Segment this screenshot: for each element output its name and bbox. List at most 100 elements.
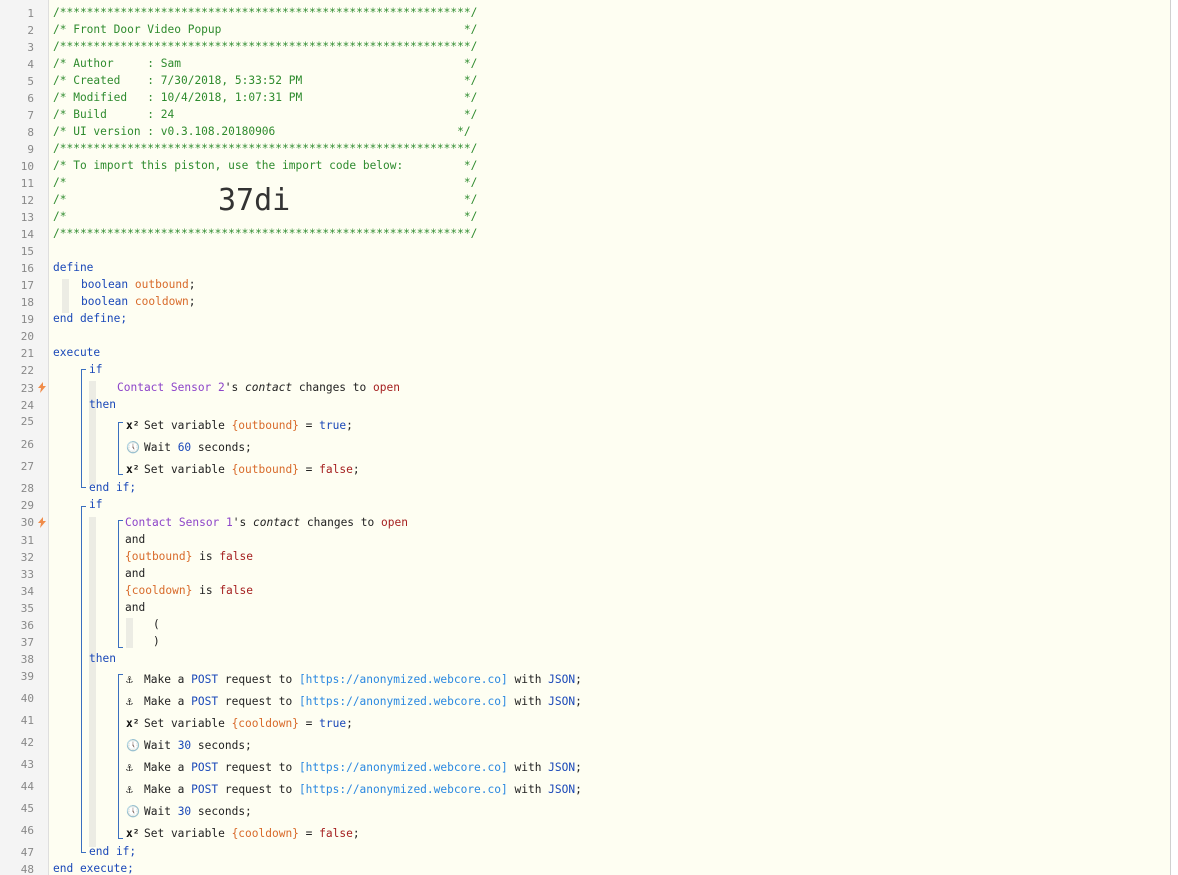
line-number: 44 [20, 780, 34, 793]
statement-text: Wait [144, 441, 178, 454]
line-number: 5 [27, 75, 34, 88]
statement-wait-60[interactable]: 🕔 Wait 60 seconds; [126, 439, 252, 456]
execute-keyword[interactable]: execute [53, 344, 100, 361]
statement-text: seconds; [191, 805, 252, 818]
header-build: /* Build : 24 */ [53, 108, 478, 121]
variable-ref: {cooldown} [231, 827, 299, 840]
line-number: 23 [20, 382, 34, 395]
statement-set-cooldown-true[interactable]: x² Set variable {cooldown} = true; [126, 715, 353, 732]
value: false [319, 827, 353, 840]
condition-sensor-1[interactable]: Contact Sensor 1's contact changes to op… [125, 514, 408, 531]
value: open [372, 381, 400, 394]
variable-ref: {cooldown} [125, 584, 193, 597]
type-keyword: boolean [81, 295, 129, 308]
lightning-trigger-icon [38, 382, 46, 393]
statement-text: Set variable [144, 463, 232, 476]
statement-text: with [507, 695, 549, 708]
statement-set-outbound-false[interactable]: x² Set variable {outbound} = false; [126, 461, 360, 478]
operator: is [192, 584, 220, 597]
line-number: 48 [20, 863, 34, 875]
statement-wait-30[interactable]: 🕔 Wait 30 seconds; [126, 737, 252, 754]
operator: = [298, 463, 320, 476]
url: [https://anonymized.webcore.co] [298, 695, 508, 708]
variable-declaration[interactable]: boolean outbound; [81, 276, 196, 293]
variable-ref: {outbound} [125, 550, 193, 563]
semicolon: ; [575, 695, 582, 708]
end-if-keyword[interactable]: end if; [89, 843, 136, 860]
piston-code-editor: 1 2 3 4 5 6 7 8 9 10 11 12 13 14 15 16 17 18 19 20 21 22 23 24 2… [0, 0, 1171, 875]
clock-icon: 🕔 [126, 739, 140, 752]
statement-post-request[interactable]: ⚓ Make a POST request to [https://anonymi… [126, 693, 582, 710]
if-keyword[interactable]: if [89, 361, 102, 378]
variable-name: cooldown [134, 295, 189, 308]
and-operator[interactable]: and [125, 565, 145, 582]
value: open [380, 516, 408, 529]
then-keyword[interactable]: then [89, 396, 116, 413]
header-border: /***************************************… [53, 142, 478, 155]
statement-post-request[interactable]: ⚓ Make a POST request to [https://anonymi… [126, 671, 582, 688]
line-number: 1 [27, 7, 34, 20]
if-block-bracket [81, 506, 86, 853]
statement-text: Set variable [144, 827, 232, 840]
close-paren[interactable]: ) [153, 633, 160, 650]
line-number: 40 [20, 692, 34, 705]
header-ui-version: /* UI version : v0.3.108.20180906 */ [53, 125, 471, 138]
statement-text: Wait [144, 805, 178, 818]
line-number: 24 [20, 399, 34, 412]
line-number: 45 [20, 802, 34, 815]
content-type: JSON [548, 673, 576, 686]
header-author: /* Author : Sam */ [53, 57, 478, 70]
import-code[interactable]: 37di [218, 184, 290, 218]
line-number: 46 [20, 824, 34, 837]
line-number: 37 [20, 636, 34, 649]
clock-icon: 🕔 [126, 805, 140, 818]
method: POST [191, 695, 219, 708]
line-number: 26 [20, 438, 34, 451]
statement-set-outbound-true[interactable]: x² Set variable {outbound} = true; [126, 417, 353, 434]
line-number: 3 [27, 41, 34, 54]
line-number: 8 [27, 126, 34, 139]
variable-declaration[interactable]: boolean cooldown; [81, 293, 196, 310]
line-number: 31 [20, 534, 34, 547]
operator: changes to [300, 516, 381, 529]
end-execute-keyword[interactable]: end execute; [53, 860, 134, 875]
statement-text: request to [218, 783, 299, 796]
line-number: 2 [27, 24, 34, 37]
define-keyword[interactable]: define [53, 259, 93, 276]
semicolon: ; [575, 783, 582, 796]
and-operator[interactable]: and [125, 531, 145, 548]
variable-name: outbound [134, 278, 189, 291]
device-name: Contact Sensor 2 [117, 381, 225, 394]
condition-sensor-2[interactable]: Contact Sensor 2's contact changes to op… [117, 379, 400, 396]
value: false [319, 463, 353, 476]
anchor-icon: ⚓ [126, 695, 133, 708]
variable-ref: {cooldown} [231, 717, 299, 730]
variable-x2-icon: x² [126, 463, 140, 476]
if-keyword[interactable]: if [89, 496, 102, 513]
open-paren[interactable]: ( [153, 616, 160, 633]
statement-wait-30[interactable]: 🕔 Wait 30 seconds; [126, 803, 252, 820]
line-number: 12 [20, 194, 34, 207]
statement-post-request[interactable]: ⚓ Make a POST request to [https://anonymi… [126, 781, 582, 798]
anchor-icon: ⚓ [126, 673, 133, 686]
semicolon: ; [346, 717, 353, 730]
end-define-keyword[interactable]: end define; [53, 310, 127, 327]
end-if-keyword[interactable]: end if; [89, 479, 136, 496]
statement-set-cooldown-false[interactable]: x² Set variable {cooldown} = false; [126, 825, 360, 842]
condition-cooldown-false[interactable]: {cooldown} is false [125, 582, 253, 599]
then-keyword[interactable]: then [89, 650, 116, 667]
operator: = [298, 827, 320, 840]
statement-post-request[interactable]: ⚓ Make a POST request to [https://anonymi… [126, 759, 582, 776]
value: 60 [177, 441, 192, 454]
condition-outbound-false[interactable]: {outbound} is false [125, 548, 253, 565]
url: [https://anonymized.webcore.co] [298, 673, 508, 686]
attribute-name: contact [245, 381, 293, 394]
and-operator[interactable]: and [125, 599, 145, 616]
content-type: JSON [548, 761, 576, 774]
statement-text: request to [218, 695, 299, 708]
semicolon: ; [346, 419, 353, 432]
statement-text: Set variable [144, 717, 232, 730]
action-group-bracket [118, 422, 123, 475]
header-created: /* Created : 7/30/2018, 5:33:52 PM */ [53, 74, 478, 87]
header-import-note: /* To import this piston, use the import… [53, 159, 478, 172]
